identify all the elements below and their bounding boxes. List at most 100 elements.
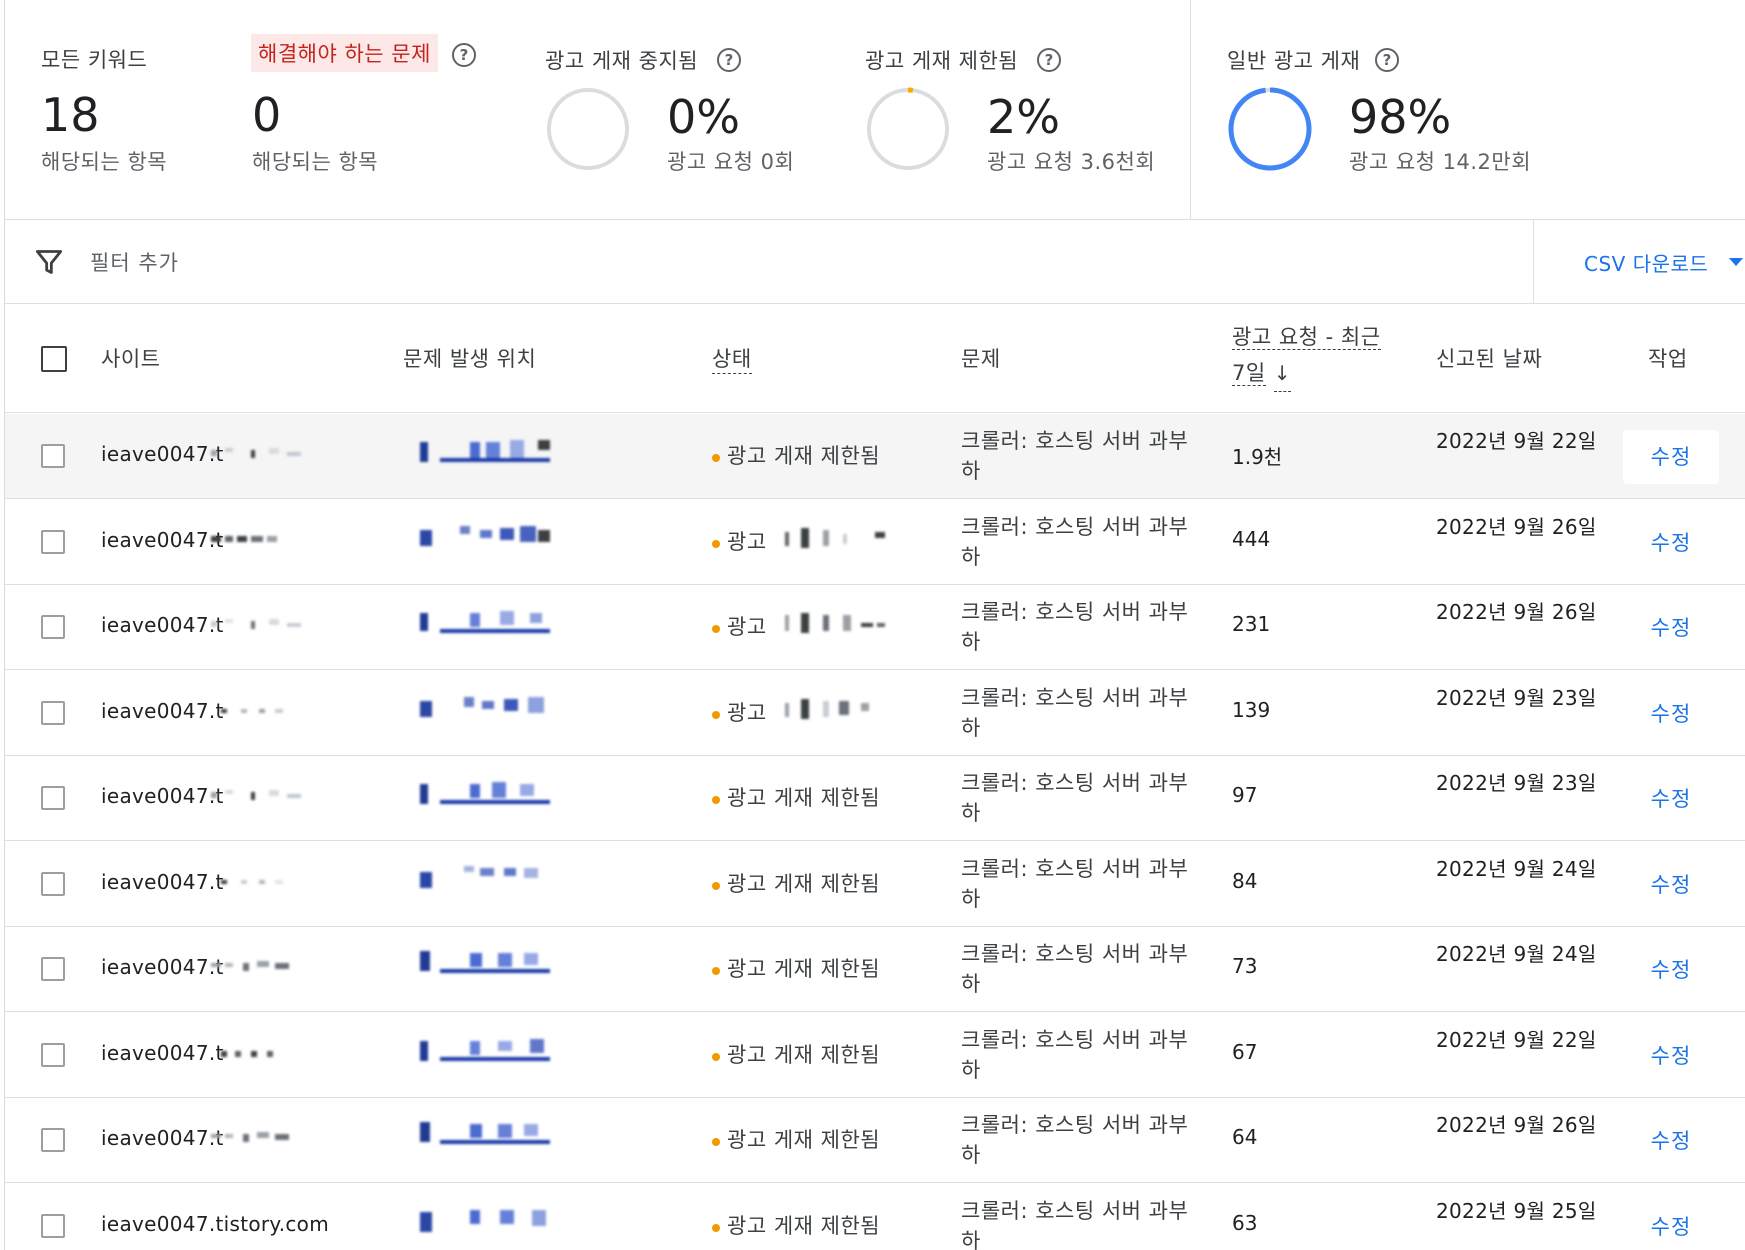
issue-location-link[interactable] [420, 865, 570, 894]
add-filter-input[interactable]: 필터 추가 [90, 247, 179, 277]
column-header-requests-line2: 7일 [1232, 361, 1266, 386]
issue-location-link[interactable] [420, 695, 570, 723]
issue-cell: 크롤러: 호스팅 서버 과부하 [961, 942, 1189, 996]
edit-button[interactable]: 수정 [1623, 687, 1719, 741]
filter-icon[interactable] [35, 248, 63, 276]
issue-location-link[interactable] [420, 1122, 570, 1150]
table-row[interactable]: ieave0047.t 광고 게재 제한됨 크롤러: 호스팅 서버 과부하 97 202… [5, 756, 1745, 841]
status-cell: 광고 게재 제한됨 [727, 786, 881, 810]
help-circle-icon[interactable]: ? [1375, 48, 1399, 72]
issue-cell: 크롤러: 호스팅 서버 과부하 [961, 856, 1189, 911]
edit-button[interactable]: 수정 [1623, 601, 1719, 655]
table-row[interactable]: ieave0047.t 광고 크롤러: 호스팅 서버 과부하 231 2022년 9월 … [5, 585, 1745, 670]
reported-date-cell: 2022년 9월 22일 [1436, 1027, 1597, 1052]
donut-chart [547, 88, 629, 170]
issue-location-link[interactable] [420, 438, 570, 466]
site-cell: ieave0047.t [101, 1126, 224, 1150]
column-header-requests[interactable]: 광고 요청 - 최근 7일 ↓ [1232, 319, 1381, 392]
ad-requests-cell: 63 [1232, 1210, 1258, 1235]
row-checkbox[interactable] [41, 871, 65, 896]
status-dot-icon [712, 1052, 720, 1061]
edit-button[interactable]: 수정 [1623, 1200, 1719, 1250]
column-header-date[interactable]: 신고된 날짜 [1436, 343, 1542, 373]
reported-date-cell: 2022년 9월 24일 [1436, 942, 1597, 966]
issue-location-link[interactable] [420, 951, 570, 979]
help-circle-icon[interactable]: ? [1037, 48, 1061, 72]
issue-location-link[interactable] [420, 524, 570, 552]
status-cell: 광고 게재 제한됨 [727, 1213, 881, 1238]
edit-button[interactable]: 수정 [1623, 772, 1719, 826]
issue-cell: 크롤러: 호스팅 서버 과부하 [961, 600, 1189, 654]
status-dot-icon [712, 625, 720, 633]
row-checkbox[interactable] [41, 615, 65, 639]
help-circle-icon[interactable]: ? [717, 48, 741, 72]
csv-download-button[interactable]: CSV 다운로드 [1584, 248, 1708, 277]
row-checkbox[interactable] [41, 1213, 65, 1238]
table-row[interactable]: ieave0047.t 광고 게재 제한됨 크롤러: 호스팅 서버 과부하 73 202… [5, 927, 1745, 1012]
edit-button[interactable]: 수정 [1623, 858, 1719, 912]
status-cell: 광고 게재 제한됨 [727, 444, 881, 468]
ad-serving-status-panel: 모든 키워드 18 해당되는 항목 해결해야 하는 문제 ? 0 해당되는 항목… [4, 0, 1745, 1250]
stat-sub: 광고 요청 3.6천회 [987, 150, 1156, 174]
filter-bar: 필터 추가 CSV 다운로드 [5, 220, 1745, 304]
row-checkbox[interactable] [41, 786, 65, 810]
redacted-site-text [211, 1214, 311, 1236]
reported-date-cell: 2022년 9월 26일 [1436, 1113, 1597, 1137]
stat-limited[interactable]: 광고 게재 제한됨 ? 2% 광고 요청 3.6천회 [865, 0, 1185, 220]
edit-button[interactable]: 수정 [1623, 1029, 1719, 1083]
column-header-issue[interactable]: 문제 [961, 343, 1001, 373]
stat-value: 98% [1349, 90, 1452, 144]
edit-button[interactable]: 수정 [1623, 943, 1719, 997]
table-row[interactable]: ieave0047.t 광고 게재 제한됨 크롤러: 호스팅 서버 과부하 67 202… [5, 1013, 1745, 1098]
issue-location-link[interactable] [420, 1037, 570, 1065]
status-cell: 광고 [727, 615, 767, 639]
column-header-site[interactable]: 사이트 [101, 343, 160, 373]
status-cell: 광고 게재 제한됨 [727, 1042, 881, 1067]
table-row[interactable]: ieave0047.t 광고 게재 제한됨 크롤러: 호스팅 서버 과부하 1.9천 2… [5, 414, 1745, 499]
stat-stopped[interactable]: 광고 게재 중지됨 ? 0% 광고 요청 0회 [545, 0, 845, 220]
table-row[interactable]: ieave0047.tistory.com 광고 게재 제한됨 크롤러: 호스팅 서… [5, 1184, 1745, 1250]
stat-sub: 해당되는 항목 [41, 150, 168, 174]
row-checkbox[interactable] [41, 1128, 65, 1152]
site-cell: ieave0047.t [101, 955, 224, 979]
arrow-down-icon[interactable]: ↓ [1273, 355, 1291, 392]
summary-bar: 모든 키워드 18 해당되는 항목 해결해야 하는 문제 ? 0 해당되는 항목… [5, 0, 1745, 220]
redacted-site-text [211, 957, 311, 979]
status-dot-icon [712, 710, 720, 719]
stat-label: 모든 키워드 [41, 48, 148, 72]
row-checkbox[interactable] [41, 444, 65, 468]
stat-sub: 광고 요청 14.2만회 [1349, 150, 1532, 174]
table-row[interactable]: ieave0047.t 광고 게재 제한됨 크롤러: 호스팅 서버 과부하 64 202… [5, 1098, 1745, 1183]
redacted-site-text [211, 701, 311, 723]
stat-general[interactable]: 일반 광고 게재 ? 98% 광고 요청 14.2만회 [1227, 0, 1557, 220]
row-checkbox[interactable] [41, 700, 65, 725]
row-checkbox[interactable] [41, 957, 65, 981]
select-all-checkbox[interactable] [41, 346, 67, 372]
edit-button[interactable]: 수정 [1623, 430, 1719, 484]
donut-chart [1228, 87, 1312, 171]
row-checkbox[interactable] [41, 1042, 65, 1067]
reported-date-cell: 2022년 9월 23일 [1436, 771, 1597, 795]
issue-location-link[interactable] [420, 1208, 570, 1236]
stat-label: 일반 광고 게재 [1227, 49, 1361, 73]
column-header-requests-line1: 광고 요청 - 최근 [1232, 325, 1381, 350]
table-row[interactable]: ieave0047.t 광고 크롤러: 호스팅 서버 과부하 139 2022년 9월 … [5, 671, 1745, 756]
status-dot-icon [712, 967, 720, 975]
issue-location-link[interactable] [420, 780, 570, 808]
table-row[interactable]: ieave0047.t 광고 게재 제한됨 크롤러: 호스팅 서버 과부하 84 202… [5, 842, 1745, 927]
caret-down-icon[interactable] [1729, 258, 1743, 266]
column-header-status[interactable]: 상태 [712, 343, 752, 374]
stat-issues[interactable]: 해결해야 하는 문제 ? 0 해당되는 항목 [235, 0, 495, 220]
table-row[interactable]: ieave0047.t 광고 크롤러: 호스팅 서버 과부하 444 2022년 9월 … [5, 500, 1745, 585]
column-header-location[interactable]: 문제 발생 위치 [403, 343, 536, 373]
table-header: 사이트 문제 발생 위치 상태 문제 광고 요청 - 최근 7일 ↓ 신고된 날짜… [5, 305, 1745, 413]
row-checkbox[interactable] [41, 529, 65, 554]
help-circle-icon[interactable]: ? [452, 43, 476, 67]
stat-all-keywords[interactable]: 모든 키워드 18 해당되는 항목 [5, 0, 235, 220]
stat-sub: 광고 요청 0회 [667, 150, 795, 174]
edit-button[interactable]: 수정 [1623, 516, 1719, 570]
edit-button[interactable]: 수정 [1623, 1114, 1719, 1168]
redacted-site-text [211, 444, 311, 466]
issue-cell: 크롤러: 호스팅 서버 과부하 [961, 514, 1189, 569]
issue-location-link[interactable] [420, 609, 570, 637]
